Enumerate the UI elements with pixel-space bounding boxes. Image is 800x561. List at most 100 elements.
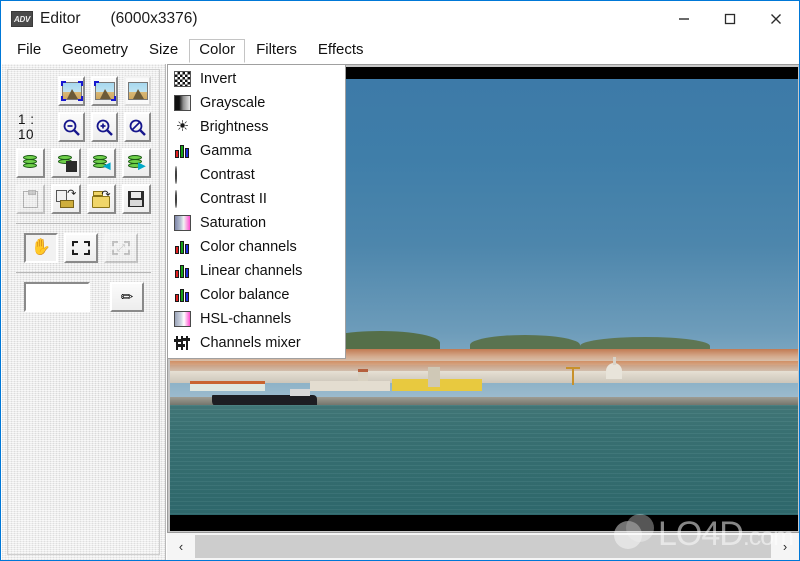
menu-item-hsl-channels[interactable]: HSL-channels: [168, 307, 345, 331]
color-row: ✏: [16, 282, 151, 312]
hand-icon: ✋: [31, 239, 51, 256]
tool-panel: 1 : 10 ◄ ► ↷ ↷ ✋ ⤢ ✏: [2, 64, 166, 560]
clipboard-icon: [23, 189, 39, 208]
actual-size-button[interactable]: [91, 76, 118, 106]
tools-row: ✋ ⤢: [16, 233, 151, 263]
scroll-right-button[interactable]: ›: [771, 533, 799, 560]
rgb-bars-icon: [174, 239, 191, 255]
menu-item-label: HSL-channels: [200, 311, 292, 327]
menu-item-color-balance[interactable]: Color balance: [168, 283, 345, 307]
zoom-ratio-label: 1 : 10: [18, 112, 35, 142]
database-save-icon: [56, 154, 77, 172]
reload-button[interactable]: ↷: [51, 184, 81, 214]
floppy-save-icon: [128, 191, 145, 207]
marquee-select-icon: [72, 241, 90, 255]
tool-panel-inner: 1 : 10 ◄ ► ↷ ↷ ✋ ⤢ ✏: [7, 69, 160, 555]
maximize-button[interactable]: [707, 1, 753, 37]
contrast-circle-icon: [174, 190, 191, 208]
image-thumbnail-icon: [127, 82, 148, 100]
scrollbar-thumb[interactable]: [195, 535, 771, 558]
buffer-save-button[interactable]: [51, 148, 81, 178]
view-mode-row: [16, 76, 151, 106]
menu-item-label: Gamma: [200, 143, 252, 159]
menu-item-channels-mixer[interactable]: Channels mixer: [168, 331, 345, 355]
file-row: ↷ ↷: [16, 184, 151, 214]
menu-item-brightness[interactable]: ☀ Brightness: [168, 115, 345, 139]
menu-item-saturation[interactable]: Saturation: [168, 211, 345, 235]
zoom-in-icon: [96, 119, 113, 136]
menu-item-label: Brightness: [200, 119, 269, 135]
menu-item-contrast-ii[interactable]: Contrast II: [168, 187, 345, 211]
pan-hand-tool[interactable]: ✋: [24, 233, 58, 263]
zoom-reset-icon: [129, 119, 146, 136]
sun-icon: ☀: [175, 118, 190, 135]
foreground-color-swatch[interactable]: [24, 282, 90, 312]
tool-divider-1: [16, 223, 151, 224]
menu-item-grayscale[interactable]: Grayscale: [168, 91, 345, 115]
menu-file[interactable]: File: [7, 39, 51, 62]
zoom-row: 1 : 10: [16, 112, 151, 142]
fit-to-window-button[interactable]: [58, 76, 85, 106]
pencil-icon: ✏: [120, 288, 134, 306]
menu-item-gamma[interactable]: Gamma: [168, 139, 345, 163]
zoom-out-button[interactable]: [57, 112, 85, 142]
zoom-out-icon: [63, 119, 80, 136]
title-bar: ADV Editor (6000x3376): [1, 1, 799, 37]
app-icon: ADV: [11, 11, 33, 27]
zoom-in-button[interactable]: [90, 112, 118, 142]
minimize-icon: [679, 18, 689, 20]
tool-divider-2: [16, 272, 151, 273]
menu-size[interactable]: Size: [139, 39, 188, 62]
menu-item-label: Channels mixer: [200, 335, 301, 351]
open-folder-icon: ↷: [91, 189, 111, 208]
menu-item-label: Linear channels: [200, 263, 303, 279]
close-button[interactable]: [753, 1, 799, 37]
contrast-circle-icon: [174, 166, 191, 184]
buffer-store-button[interactable]: ►: [121, 148, 151, 178]
menu-item-color-channels[interactable]: Color channels: [168, 235, 345, 259]
zoom-reset-button[interactable]: [123, 112, 151, 142]
buffer-row: ◄ ►: [16, 148, 151, 178]
menu-item-contrast[interactable]: Contrast: [168, 163, 345, 187]
scrollbar-track[interactable]: [195, 533, 771, 560]
image-thumbnail-selected-icon: [60, 81, 83, 101]
menu-item-label: Color balance: [200, 287, 290, 303]
save-button[interactable]: [121, 184, 151, 214]
scroll-left-button[interactable]: ‹: [167, 533, 195, 560]
maximize-icon: [724, 13, 736, 25]
hsl-gradient-icon: [174, 311, 191, 327]
database-icon: [21, 154, 41, 172]
menu-item-label: Contrast: [200, 167, 255, 183]
water-texture: [170, 405, 798, 515]
window-title: Editor: [40, 10, 81, 27]
full-image-button[interactable]: [124, 76, 151, 106]
buffer-load-button[interactable]: ◄: [86, 148, 116, 178]
database-export-icon: ►: [126, 154, 148, 172]
rgb-bars-icon: [174, 263, 191, 279]
menu-item-invert[interactable]: Invert: [168, 67, 345, 91]
menu-item-label: Grayscale: [200, 95, 266, 111]
menu-filters[interactable]: Filters: [246, 39, 307, 62]
close-icon: [771, 14, 781, 24]
menu-geometry[interactable]: Geometry: [52, 39, 138, 62]
horizontal-scrollbar[interactable]: ‹ ›: [167, 532, 799, 560]
crop-tool[interactable]: ⤢: [104, 233, 138, 263]
reload-image-icon: ↷: [56, 189, 76, 208]
color-dropdown-menu: Invert Grayscale ☀ Brightness Gamma Cont…: [167, 64, 346, 359]
minimize-button[interactable]: [661, 1, 707, 37]
menu-color[interactable]: Color: [189, 38, 246, 63]
menu-item-label: Contrast II: [200, 191, 267, 207]
checkerboard-icon: [174, 71, 191, 87]
saturation-gradient-icon: [174, 215, 191, 231]
menu-item-label: Color channels: [200, 239, 297, 255]
open-button[interactable]: ↷: [86, 184, 116, 214]
application-window: ADV Editor (6000x3376) File Geometry Siz…: [0, 0, 800, 561]
image-dimensions-label: (6000x3376): [110, 10, 198, 27]
paste-button[interactable]: [16, 184, 46, 214]
pencil-tool[interactable]: ✏: [110, 282, 144, 312]
menu-item-linear-channels[interactable]: Linear channels: [168, 259, 345, 283]
window-controls: [661, 1, 799, 37]
menu-effects[interactable]: Effects: [308, 39, 374, 62]
buffer-button[interactable]: [16, 148, 46, 178]
rectangle-select-tool[interactable]: [64, 233, 98, 263]
